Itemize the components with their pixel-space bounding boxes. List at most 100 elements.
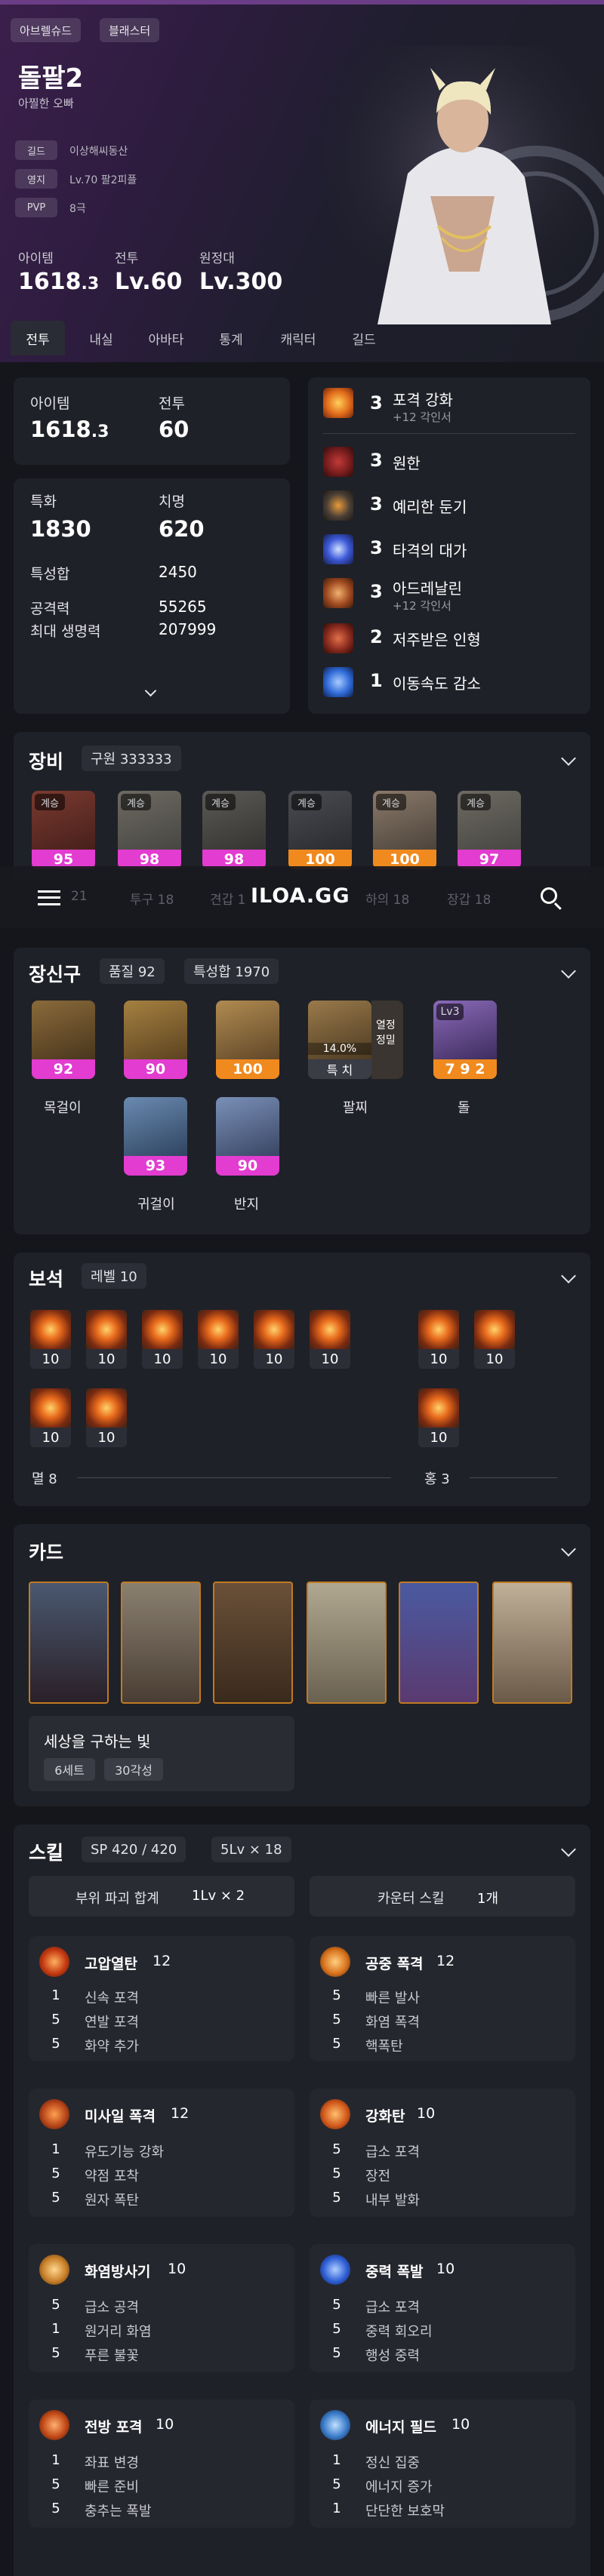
tripod-level: 5	[332, 2345, 341, 2361]
collapse-skills-icon[interactable]	[561, 1842, 576, 1857]
counter-skill-value: 1개	[477, 1891, 499, 1907]
equipment-weapon[interactable]: 계승 95	[32, 791, 95, 869]
tripod-level: 5	[332, 2036, 341, 2052]
collapse-accessories-icon[interactable]	[561, 964, 576, 979]
gem-group-divider	[470, 1477, 557, 1478]
engraving-name: 예리한 둔기	[393, 498, 467, 516]
gem-item[interactable]: 10	[86, 1388, 127, 1447]
skill-card[interactable]: 에너지 필드 10 1 정신 집중 5 에너지 증가 1 단단한 보호막	[310, 2399, 575, 2528]
tripod-level: 5	[332, 2141, 341, 2157]
skill-card[interactable]: 화염방사기 10 5 급소 공격 1 원거리 화염 5 푸른 불꽃	[29, 2244, 294, 2372]
tab-stats[interactable]: 통계	[204, 321, 258, 355]
gem-item[interactable]: 10	[30, 1310, 71, 1369]
equipment-gloves[interactable]: 계승 97	[458, 791, 521, 869]
tripod-name: 빠른 준비	[85, 2479, 139, 2495]
skill-card[interactable]: 중력 폭발 10 5 급소 포격 5 중력 회오리 5 행성 중력	[310, 2244, 575, 2372]
equipment-section: 장비 구원 333333 계승 95 계승 98 계승 98 계승 100 계승 100 …	[14, 732, 590, 880]
gem-item[interactable]: 10	[142, 1310, 183, 1369]
engraving-icon	[323, 490, 353, 521]
gem-level: 10	[474, 1349, 515, 1369]
stone-level: Lv3	[436, 1004, 464, 1020]
skill-card[interactable]: 고압열탄 12 1 신속 포격 5 연발 포격 5 화약 추가	[29, 1936, 294, 2061]
gem-item[interactable]: 10	[254, 1310, 294, 1369]
gem-item[interactable]: 10	[418, 1310, 459, 1369]
item-tag: 계승	[376, 794, 406, 810]
card-item[interactable]	[121, 1582, 201, 1704]
equipment-helmet[interactable]: 계승 98	[118, 791, 181, 869]
skill-icon	[320, 1947, 350, 1977]
card-item[interactable]	[213, 1582, 293, 1704]
tripod-name: 급소 공격	[85, 2300, 139, 2316]
card-item[interactable]	[307, 1582, 387, 1704]
card-item[interactable]	[29, 1582, 109, 1704]
item-tag: 계승	[461, 794, 491, 810]
collapse-cards-icon[interactable]	[561, 1542, 576, 1557]
gem-icon	[198, 1310, 239, 1349]
ring-item[interactable]: 100	[216, 1001, 279, 1079]
gem-item[interactable]: 10	[474, 1310, 515, 1369]
necklace-item[interactable]: 92	[32, 1001, 95, 1079]
accessory-spec-badge: 특성합 1970	[184, 958, 279, 984]
server-chip[interactable]: 아브렐슈드	[11, 18, 82, 42]
tripod-level: 5	[51, 2501, 60, 2516]
gem-item[interactable]: 10	[310, 1310, 350, 1369]
character-portrait	[325, 45, 604, 324]
search-icon[interactable]	[541, 887, 562, 910]
pvp-label: PVP	[15, 198, 57, 217]
equipment-chest[interactable]: 계승 100	[288, 791, 352, 869]
skill-card[interactable]: 전방 포격 10 1 좌표 변경 5 빠른 준비 5 충추는 폭발	[29, 2399, 294, 2528]
nav-item[interactable]: 장갑 18	[447, 889, 491, 908]
skill-card[interactable]: 강화탄 10 5 급소 포격 5 장전 5 내부 발화	[310, 2089, 575, 2217]
equipment-pants[interactable]: 계승 100	[373, 791, 436, 869]
item-tag: 계승	[35, 794, 65, 810]
gem-item[interactable]: 10	[30, 1388, 71, 1447]
tab-internal[interactable]: 내실	[74, 321, 128, 355]
engraving-name: 아드레날린	[393, 579, 462, 598]
bracelet-effect-1: 열정	[376, 1019, 396, 1031]
tab-character[interactable]: 캐릭터	[266, 321, 331, 355]
gem-level: 10	[254, 1349, 294, 1369]
earring-item[interactable]: 93	[124, 1097, 187, 1176]
engraving-level: 3	[370, 493, 383, 515]
tab-avatar[interactable]: 아바타	[136, 321, 196, 355]
nav-item[interactable]: 하의 18	[365, 889, 409, 908]
site-logo[interactable]: ILOA.GG	[251, 884, 350, 908]
skill-icon	[320, 2255, 350, 2285]
tripod-name: 급소 포격	[365, 2300, 420, 2316]
nav-item[interactable]: 21	[71, 889, 88, 904]
equipment-shoulder[interactable]: 계승 98	[202, 791, 266, 869]
expand-stats-icon[interactable]	[144, 684, 157, 697]
earring-item[interactable]: 90	[124, 1001, 187, 1079]
guild-value[interactable]: 이상해씨동산	[69, 143, 128, 158]
nav-item[interactable]: 투구 18	[130, 889, 174, 908]
collapse-gems-icon[interactable]	[561, 1268, 576, 1283]
skill-icon	[39, 1947, 69, 1977]
tripod-level: 5	[332, 2012, 341, 2027]
attack-value: 55265	[159, 598, 207, 616]
engraving-divider	[323, 433, 575, 434]
battle-level-value: Lv.60	[115, 269, 183, 295]
bracelet-item[interactable]: 14.0% 특 치	[308, 1001, 371, 1079]
gem-item[interactable]: 10	[198, 1310, 239, 1369]
attack-label: 공격력	[30, 601, 70, 617]
ring-item[interactable]: 90	[216, 1097, 279, 1176]
roster-level-value: Lv.300	[199, 269, 283, 295]
class-chip[interactable]: 블래스터	[100, 18, 160, 42]
summary-battle-label: 전투	[159, 395, 185, 412]
skill-card[interactable]: 미사일 폭격 12 1 유도기능 강화 5 약점 포착 5 원자 폭탄	[29, 2089, 294, 2217]
nav-item[interactable]: 견갑 1	[210, 889, 246, 908]
card-item[interactable]	[399, 1582, 479, 1704]
card-item[interactable]	[492, 1582, 572, 1704]
card-set-box: 세상을 구하는 빛 6세트 30각성	[29, 1716, 294, 1791]
skill-card[interactable]: 공중 폭격 12 5 빠른 발사 5 화염 폭격 5 핵폭탄	[310, 1936, 575, 2061]
skill-level: 10	[436, 2261, 455, 2277]
menu-icon[interactable]	[38, 890, 60, 905]
collapse-equipment-icon[interactable]	[561, 751, 576, 766]
tab-guild[interactable]: 길드	[337, 321, 391, 355]
earring-label: 귀걸이	[137, 1197, 175, 1213]
gem-item[interactable]: 10	[86, 1310, 127, 1369]
gem-item[interactable]: 10	[418, 1388, 459, 1447]
ability-stone-item[interactable]: Lv3 7 9 2	[433, 1001, 497, 1079]
tripod-name: 원자 폭탄	[85, 2193, 139, 2209]
tab-battle[interactable]: 전투	[11, 321, 65, 355]
